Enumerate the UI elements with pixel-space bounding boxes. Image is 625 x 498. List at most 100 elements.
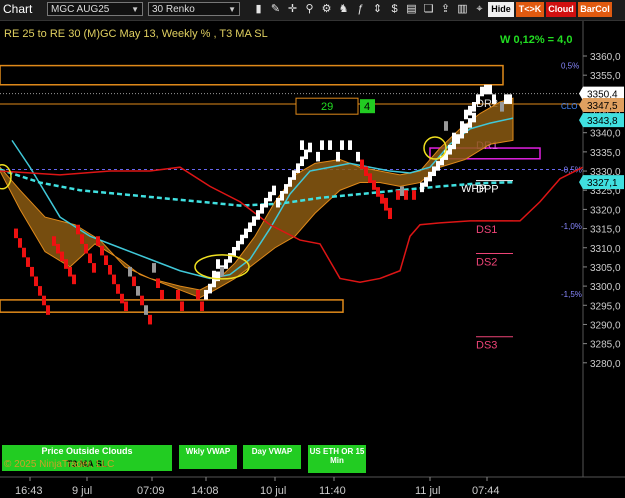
up-brick — [264, 197, 268, 208]
up-brick — [492, 94, 496, 104]
down-brick — [180, 301, 184, 312]
up-brick — [292, 170, 296, 180]
neutral-brick — [136, 286, 140, 296]
ds2-label: DS2 — [476, 257, 497, 269]
bar-type-selector[interactable]: 30 Renko ▼ — [148, 2, 240, 16]
up-brick — [464, 109, 468, 120]
crosshair-icon[interactable]: ✛ — [286, 3, 299, 16]
up-brick — [504, 94, 508, 104]
clo-label: CLO — [561, 102, 577, 111]
bar-chart-icon[interactable]: ▮ — [252, 3, 265, 16]
down-brick — [92, 263, 96, 273]
down-brick — [34, 276, 38, 287]
up-brick — [304, 149, 308, 160]
neutral-brick — [144, 305, 148, 315]
down-brick — [88, 253, 92, 264]
pin-icon[interactable]: ⌖ — [473, 3, 486, 16]
up-brick — [248, 222, 252, 233]
down-brick — [14, 228, 18, 239]
down-brick — [120, 293, 124, 304]
properties-icon[interactable]: ⚙ — [320, 3, 333, 16]
down-brick — [26, 257, 30, 267]
up-brick — [432, 166, 436, 177]
time-tick-label: 11:40 — [319, 485, 346, 497]
down-brick — [108, 265, 112, 275]
up-brick — [236, 240, 240, 251]
up-brick — [252, 216, 256, 226]
down-brick — [148, 314, 152, 325]
price-tick-label: 3290,0 — [590, 320, 621, 331]
down-brick — [364, 166, 368, 177]
down-brick — [372, 180, 376, 190]
down-brick — [116, 284, 120, 294]
down-brick — [132, 276, 136, 287]
barcol-button[interactable]: BarCol — [578, 2, 612, 17]
up-brick — [480, 86, 484, 97]
up-brick — [428, 171, 432, 182]
down-brick — [18, 238, 22, 248]
up-brick — [472, 102, 476, 112]
price-chart[interactable]: 0,5%-0,5%-1,0%-1,5%DR2DR1DPPWPPDS1DS2DS3… — [0, 21, 625, 498]
trade-icon[interactable]: $ — [388, 3, 401, 16]
up-brick — [452, 132, 456, 143]
up-brick — [240, 234, 244, 245]
time-tick-label: 11 jul — [415, 485, 440, 497]
up-brick — [460, 121, 464, 131]
neutral-brick — [152, 263, 156, 273]
up-brick — [280, 190, 284, 201]
instrument-selector[interactable]: MGC AUG25 ▼ — [47, 2, 143, 16]
up-brick — [356, 151, 360, 162]
down-brick — [200, 301, 204, 312]
time-tick-label: 07:09 — [137, 485, 165, 497]
tck-button[interactable]: T<>K — [516, 2, 544, 17]
price-tick-label: 3320,0 — [590, 205, 621, 216]
chart-style-icon[interactable]: ▥ — [456, 3, 469, 16]
up-brick — [348, 140, 352, 150]
down-brick — [396, 190, 400, 200]
zoom-icon[interactable]: ⚲ — [303, 3, 316, 16]
up-brick — [508, 94, 512, 104]
chart-panel[interactable]: 0,5%-0,5%-1,0%-1,5%DR2DR1DPPWPPDS1DS2DS3… — [0, 21, 625, 498]
time-tick-label: 9 jul — [72, 485, 92, 497]
pencil-icon[interactable]: ✎ — [269, 3, 282, 16]
down-brick — [60, 251, 64, 262]
up-brick — [296, 163, 300, 173]
chevron-down-icon: ▼ — [228, 5, 236, 14]
price-outside-clouds-label: Price Outside Clouds — [41, 446, 133, 456]
down-brick — [64, 259, 68, 269]
day-vwap-button[interactable]: Day VWAP — [243, 445, 301, 469]
down-brick — [22, 247, 26, 258]
slow-ma-price-tag-text: 3327,1 — [587, 178, 618, 189]
neutral-brick — [500, 102, 504, 112]
wkly-vwap-button[interactable]: Wkly VWAP — [179, 445, 237, 469]
share-icon[interactable]: ⇪ — [439, 3, 452, 16]
time-tick-label: 14:08 — [191, 485, 219, 497]
down-brick — [124, 301, 128, 312]
down-brick — [38, 286, 42, 296]
up-brick — [464, 123, 468, 134]
price-tick-label: 3300,0 — [590, 282, 621, 293]
ds3-label: DS3 — [476, 340, 497, 352]
down-brick — [80, 234, 84, 244]
up-brick — [472, 112, 476, 123]
data-box-icon[interactable]: ▤ — [405, 3, 418, 16]
price-tick-label: 3355,0 — [590, 71, 621, 82]
up-brick — [320, 140, 324, 150]
template-icon[interactable]: ❏ — [422, 3, 435, 16]
down-brick — [376, 187, 380, 197]
instrument-label: MGC AUG25 — [51, 4, 110, 15]
cloud-button[interactable]: Cloud — [546, 2, 576, 17]
strategy-icon[interactable]: ♞ — [337, 3, 350, 16]
up-brick — [316, 151, 320, 162]
up-brick — [204, 289, 208, 300]
us-eth-or-15-button[interactable]: US ETH OR 15 Min — [308, 445, 366, 473]
scale-icon[interactable]: ⇕ — [371, 3, 384, 16]
hide-button[interactable]: Hide — [488, 2, 514, 17]
down-brick — [412, 190, 416, 200]
down-brick — [196, 289, 200, 300]
down-brick — [360, 159, 364, 170]
up-brick — [216, 259, 220, 269]
neutral-brick — [220, 266, 224, 277]
support-box — [0, 299, 344, 313]
indicator-icon[interactable]: ƒ — [354, 3, 367, 16]
